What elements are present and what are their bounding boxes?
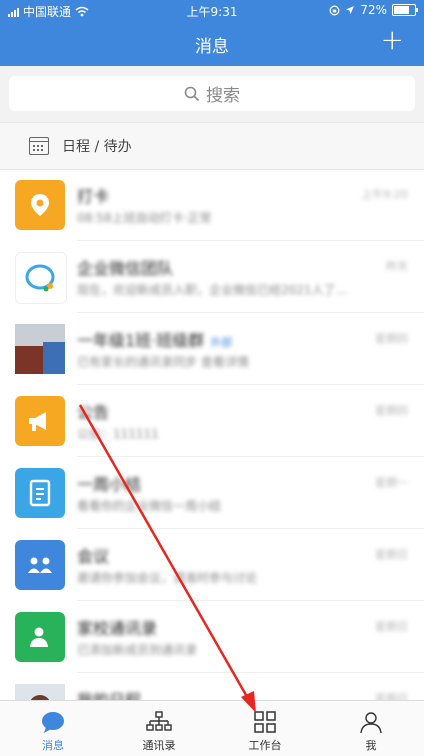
orientation-lock-icon [329, 5, 340, 15]
tab-label: 通讯录 [142, 739, 176, 752]
conversation-title: 企业微信团队 [77, 259, 174, 278]
conversation-name: 一周小结 [77, 471, 141, 495]
conversation-title: 会议 [77, 547, 110, 566]
message-time: 星期一 [375, 476, 408, 489]
tab-contacts[interactable]: 通讯录 [106, 701, 212, 756]
location-arrow-icon [346, 6, 355, 14]
message-preview: 08:58上班自动打卡·正常 [77, 211, 212, 225]
report-icon [15, 468, 65, 518]
person-icon [360, 712, 382, 734]
group-photo-icon [15, 324, 65, 374]
page-title: 消息 [195, 37, 229, 57]
meeting-icon [15, 540, 65, 590]
search-area: 搜索 [0, 66, 424, 122]
message-row[interactable]: 企业微信团队现在，欢迎新成员入职，企业微信已经2021人了... 昨天 [0, 241, 424, 313]
battery-percent: 72% [360, 3, 387, 17]
schedule-label: 日程 / 待办 [62, 139, 132, 155]
tab-label: 工作台 [248, 739, 282, 752]
calendar-icon [29, 137, 49, 155]
status-bar: 中国联通 上午9:31 72% [0, 0, 424, 22]
message-time: 星期四 [375, 332, 408, 345]
contact-card-icon [15, 612, 65, 662]
conversation-title: 一周小结 [77, 475, 142, 494]
message-row[interactable]: 家校通讯录已添加新成员到通讯录 星期日 [0, 601, 424, 673]
search-placeholder: 搜索 [206, 86, 240, 106]
tab-label: 消息 [42, 739, 64, 752]
message-preview: 邀请你参加会议，请准时参与讨论 [77, 571, 258, 585]
message-row[interactable]: 打卡 08:58上班自动打卡·正常 上午9:20 [0, 169, 424, 241]
conversation-name: 打卡 [77, 183, 109, 207]
conversation-title: 家校通讯录 [77, 619, 158, 638]
location-pin-icon [15, 180, 65, 230]
chat-bubble-icon [42, 712, 64, 733]
message-row[interactable]: 公告公告：111111 星期四 [0, 385, 424, 457]
message-time: 星期四 [375, 404, 408, 417]
message-preview: 公告：111111 [77, 427, 159, 441]
megaphone-icon [15, 396, 65, 446]
tab-bar: 消息 通讯录 工作台 我 [0, 700, 424, 756]
message-time: 星期日 [375, 548, 408, 561]
tab-workbench[interactable]: 工作台 [212, 701, 318, 756]
tab-label: 我 [365, 739, 377, 752]
tab-me[interactable]: 我 [318, 701, 424, 756]
search-icon [184, 86, 200, 101]
conversation-name: 企业微信团队 [77, 255, 173, 279]
add-icon[interactable]: + [381, 26, 404, 54]
external-tag: 外部 [210, 336, 233, 349]
message-preview: 已添加新成员到通讯录 [77, 643, 198, 657]
message-preview: 已有家长的通讯录同步 查看详情 [77, 355, 249, 369]
message-time: 星期日 [375, 620, 408, 633]
org-chart-icon [146, 711, 172, 731]
conversation-name: 公告 [77, 399, 109, 423]
battery-icon [392, 4, 418, 16]
message-list: 打卡 08:58上班自动打卡·正常 上午9:20 企业微信团队现在，欢迎新成员入职，企… [0, 169, 424, 745]
message-row[interactable]: 会议邀请你参加会议，请准时参与讨论 星期日 [0, 529, 424, 601]
conversation-title: 一年级1班·班级群 [77, 331, 205, 350]
tab-messages[interactable]: 消息 [0, 701, 106, 756]
schedule-todo-entry[interactable]: 日程 / 待办 [0, 122, 424, 170]
conversation-name: 会议 [77, 543, 109, 567]
chat-bubble-icon [15, 252, 67, 304]
conversation-name: 家校通讯录 [77, 615, 157, 639]
message-preview: 看看你的企业微信一周小结 [77, 499, 222, 513]
message-row[interactable]: 一年级1班·班级群 外部已有家长的通讯录同步 查看详情 星期四 [0, 313, 424, 385]
app-header: 中国联通 上午9:31 72% 消息 + [0, 0, 424, 66]
message-preview: 现在，欢迎新成员入职，企业微信已经2021人了... [77, 283, 347, 297]
conversation-title: 公告 [77, 403, 110, 422]
message-row[interactable]: 一周小结看看你的企业微信一周小结 星期一 [0, 457, 424, 529]
grid-icon [254, 711, 276, 733]
conversation-name: 一年级1班·班级群 外部 [77, 327, 232, 351]
message-time: 昨天 [386, 260, 408, 273]
message-time: 上午9:20 [361, 188, 408, 201]
conversation-title: 打卡 [77, 187, 110, 206]
search-input[interactable]: 搜索 [9, 76, 415, 111]
